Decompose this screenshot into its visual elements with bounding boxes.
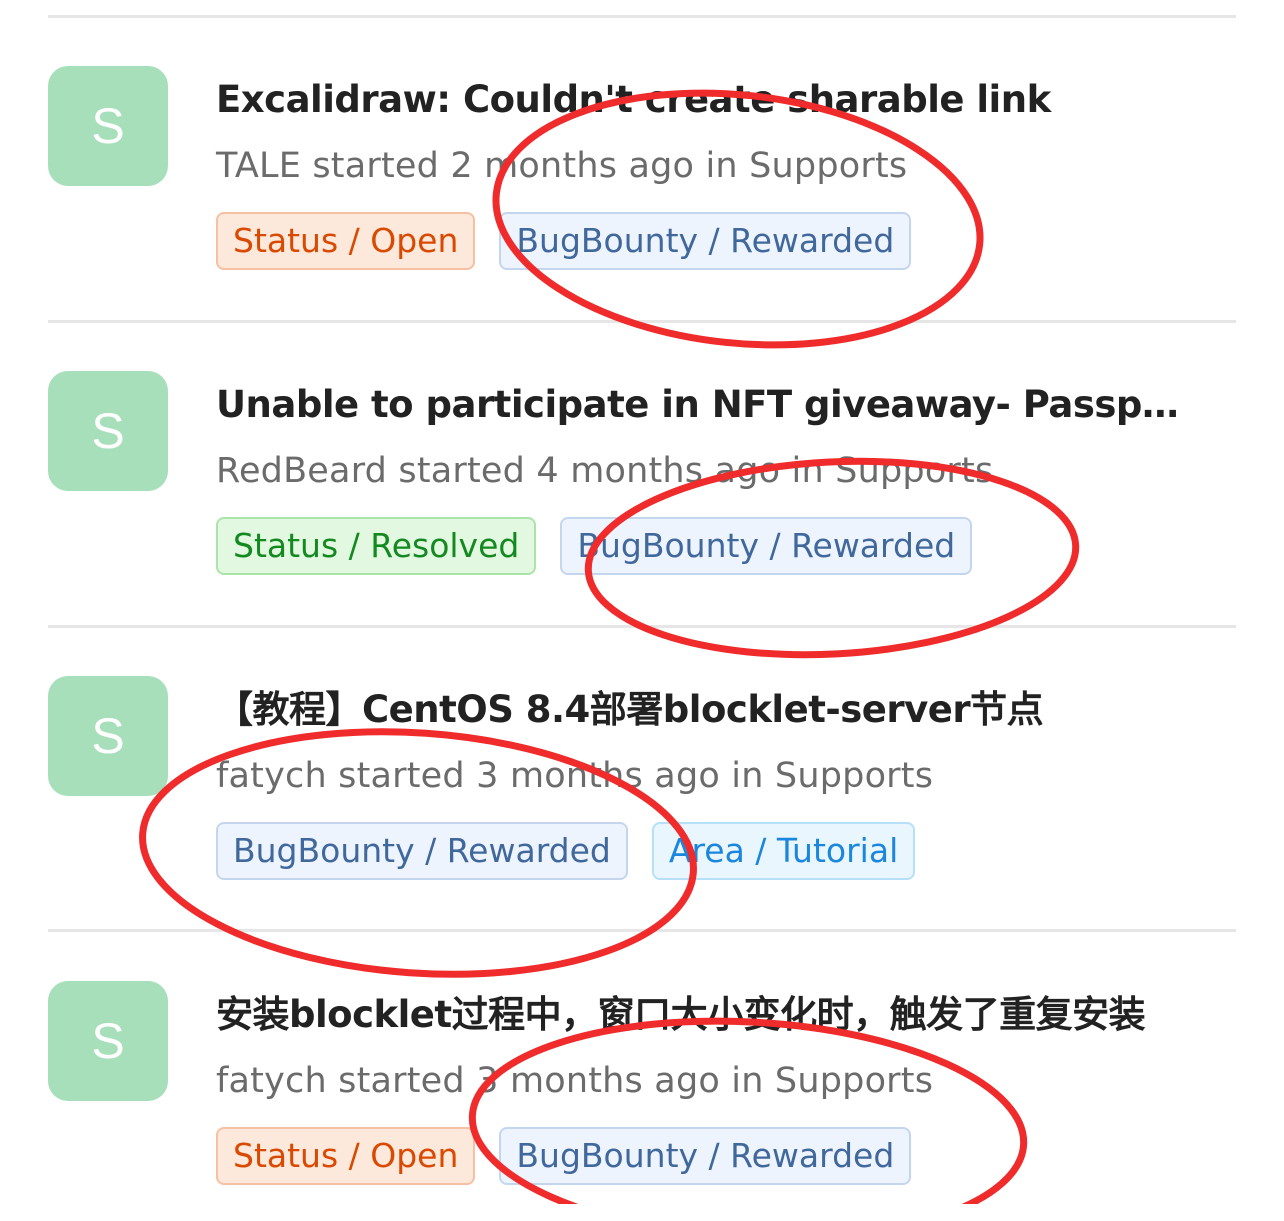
discussion-item[interactable]: S Unable to participate in NFT giveaway-… xyxy=(48,371,1236,611)
discussion-meta: RedBeard started 4 months ago in Support… xyxy=(216,451,994,491)
discussion-title[interactable]: Unable to participate in NFT giveaway- P… xyxy=(216,377,1180,433)
tag-area-tutorial[interactable]: Area / Tutorial xyxy=(651,822,916,880)
tag-list: Status / Resolved BugBounty / Rewarded xyxy=(216,517,973,575)
list-divider xyxy=(48,929,1236,932)
tag-bugbounty-rewarded[interactable]: BugBounty / Rewarded xyxy=(499,212,912,270)
tag-list: BugBounty / Rewarded Area / Tutorial xyxy=(216,822,916,880)
discussion-meta: fatych started 3 months ago in Supports xyxy=(216,756,934,796)
tag-bugbounty-rewarded[interactable]: BugBounty / Rewarded xyxy=(216,822,628,880)
avatar[interactable]: S xyxy=(48,676,168,796)
tag-list: Status / Open BugBounty / Rewarded xyxy=(216,1127,912,1185)
discussion-item[interactable]: S 安装blocklet过程中，窗口大小变化时，触发了重复安装 fatych s… xyxy=(48,981,1236,1221)
avatar[interactable]: S xyxy=(48,66,168,186)
discussion-item[interactable]: S Excalidraw: Couldn't create sharable l… xyxy=(48,66,1236,306)
list-divider xyxy=(48,320,1236,323)
tag-bugbounty-rewarded[interactable]: BugBounty / Rewarded xyxy=(499,1127,912,1185)
discussion-title[interactable]: 安装blocklet过程中，窗口大小变化时，触发了重复安装 xyxy=(216,987,1184,1043)
tag-status-resolved[interactable]: Status / Resolved xyxy=(216,517,537,575)
tag-list: Status / Open BugBounty / Rewarded xyxy=(216,212,912,270)
tag-bugbounty-rewarded[interactable]: BugBounty / Rewarded xyxy=(560,517,973,575)
tag-status-open[interactable]: Status / Open xyxy=(216,1127,476,1185)
avatar[interactable]: S xyxy=(48,981,168,1101)
discussion-item[interactable]: S 【教程】CentOS 8.4部署blocklet-server节点 faty… xyxy=(48,676,1236,916)
list-divider xyxy=(48,15,1236,18)
discussion-title[interactable]: 【教程】CentOS 8.4部署blocklet-server节点 xyxy=(216,682,1196,738)
discussion-meta: fatych started 3 months ago in Supports xyxy=(216,1061,934,1101)
list-divider xyxy=(48,625,1236,628)
avatar[interactable]: S xyxy=(48,371,168,491)
tag-status-open[interactable]: Status / Open xyxy=(216,212,476,270)
discussion-title[interactable]: Excalidraw: Couldn't create sharable lin… xyxy=(216,72,1196,128)
discussion-meta: TALE started 2 months ago in Supports xyxy=(216,146,908,186)
